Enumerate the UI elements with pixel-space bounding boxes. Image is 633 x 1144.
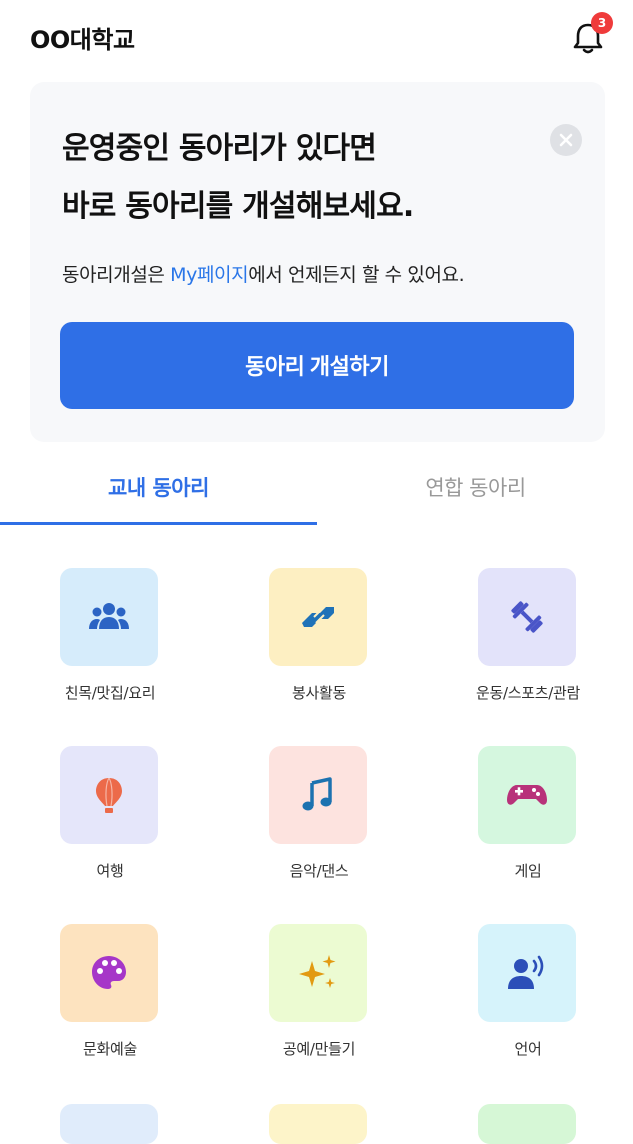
- category-tile: [269, 746, 367, 844]
- music-note-icon: [302, 777, 332, 811]
- category-tile: [269, 568, 367, 666]
- category-tile-partial[interactable]: [60, 1104, 158, 1144]
- gamepad-icon: [507, 785, 547, 805]
- my-page-link[interactable]: My페이지: [170, 264, 248, 286]
- category-tile: [269, 924, 367, 1022]
- promo-title-line-1: 운영중인 동아리가 있다면: [62, 131, 377, 166]
- category-tile: [478, 746, 576, 844]
- category-item[interactable]: 게임: [448, 746, 608, 906]
- category-label: 문화예술: [82, 1040, 137, 1058]
- category-item[interactable]: 음악/댄스: [239, 746, 399, 906]
- app-header: OO대학교 3: [0, 0, 633, 78]
- promo-title-line-2: 바로 동아리를 개설해보세요.: [62, 189, 414, 224]
- palette-icon: [92, 956, 126, 989]
- category-item[interactable]: 공예/만들기: [239, 924, 399, 1084]
- category-label: 봉사활동: [291, 684, 346, 702]
- close-icon: [559, 133, 573, 147]
- category-label: 언어: [514, 1040, 542, 1058]
- category-item[interactable]: 언어: [448, 924, 608, 1084]
- category-label: 운동/스포츠/관람: [475, 684, 580, 702]
- category-tile: [478, 924, 576, 1022]
- category-item[interactable]: 봉사활동: [239, 568, 399, 728]
- hot-air-balloon-icon: [96, 777, 122, 813]
- promo-desc-suffix: 에서 언제든지 할 수 있어요.: [248, 264, 465, 286]
- group-icon: [89, 603, 129, 629]
- notification-badge: 3: [591, 12, 613, 34]
- category-tile: [60, 924, 158, 1022]
- school-name: OO대학교: [30, 26, 135, 54]
- category-tile: [60, 746, 158, 844]
- category-tile: [478, 568, 576, 666]
- category-label: 공예/만들기: [282, 1040, 356, 1058]
- category-item[interactable]: 운동/스포츠/관람: [448, 568, 608, 728]
- sparkles-icon: [299, 955, 336, 988]
- category-tile-partial[interactable]: [269, 1104, 367, 1144]
- category-label: 여행: [96, 862, 124, 880]
- category-tile-partial[interactable]: [478, 1104, 576, 1144]
- open-club-button[interactable]: 동아리 개설하기: [60, 322, 574, 409]
- promo-title: 운영중인 동아리가 있다면 바로 동아리를 개설해보세요.: [62, 120, 414, 236]
- category-label: 음악/댄스: [289, 862, 349, 880]
- handshake-icon: [302, 607, 334, 627]
- tab-campus-clubs[interactable]: 교내 동아리: [0, 462, 317, 522]
- dumbbell-icon: [511, 601, 543, 633]
- active-tab-indicator: [0, 522, 317, 525]
- category-item[interactable]: 친목/맛집/요리: [30, 568, 190, 728]
- speaking-person-icon: [508, 955, 544, 989]
- category-tile: [60, 568, 158, 666]
- category-label: 게임: [514, 862, 542, 880]
- category-item[interactable]: 여행: [30, 746, 190, 906]
- category-label: 친목/맛집/요리: [64, 684, 156, 702]
- promo-desc-prefix: 동아리개설은: [62, 264, 171, 286]
- club-open-promo-card: 운영중인 동아리가 있다면 바로 동아리를 개설해보세요. 동아리개설은 My페…: [30, 82, 605, 442]
- club-type-tabs: 교내 동아리 연합 동아리: [0, 462, 633, 526]
- category-item[interactable]: 문화예술: [30, 924, 190, 1084]
- close-promo-button[interactable]: [550, 124, 582, 156]
- tab-union-clubs[interactable]: 연합 동아리: [317, 462, 633, 522]
- promo-description: 동아리개설은 My페이지에서 언제든지 할 수 있어요.: [62, 260, 465, 287]
